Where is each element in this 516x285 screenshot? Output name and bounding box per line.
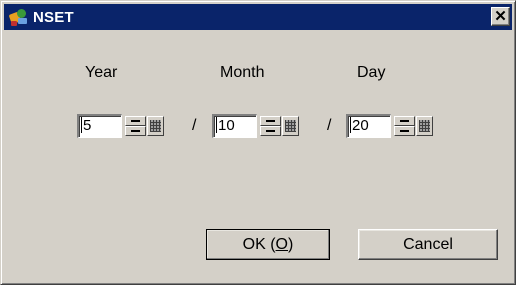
text-caret xyxy=(216,117,217,134)
month-label: Month xyxy=(220,64,265,81)
spin-down-icon xyxy=(266,130,275,132)
close-button[interactable]: ✕ xyxy=(491,7,510,26)
month-spinner[interactable] xyxy=(260,116,281,136)
month-spin-down-button[interactable] xyxy=(260,126,281,136)
spin-up-icon xyxy=(266,120,275,122)
keypad-icon xyxy=(285,120,296,132)
month-spin-up-button[interactable] xyxy=(260,116,281,126)
year-input[interactable]: 5 xyxy=(77,114,122,138)
title-bar[interactable]: NSET ✕ xyxy=(4,4,512,30)
spin-down-icon xyxy=(131,130,140,132)
ok-label-suffix: ) xyxy=(288,235,294,253)
month-value: 10 xyxy=(218,117,235,134)
date-separator: / xyxy=(192,117,197,134)
day-keypad-button[interactable] xyxy=(416,116,433,136)
spin-up-icon xyxy=(131,120,140,122)
spin-up-icon xyxy=(400,120,409,122)
ok-accelerator: O xyxy=(275,235,288,253)
nset-app-icon xyxy=(8,7,30,27)
month-input[interactable]: 10 xyxy=(212,114,257,138)
day-spin-up-button[interactable] xyxy=(394,116,415,126)
keypad-icon xyxy=(150,120,161,132)
text-caret xyxy=(81,117,82,134)
day-label: Day xyxy=(357,64,386,81)
year-keypad-button[interactable] xyxy=(147,116,164,136)
cancel-button[interactable]: Cancel xyxy=(358,229,498,260)
year-spin-up-button[interactable] xyxy=(125,116,146,126)
date-separator: / xyxy=(327,117,332,134)
year-label: Year xyxy=(85,64,118,81)
keypad-icon xyxy=(419,120,430,132)
year-value: 5 xyxy=(83,117,92,134)
window-title: NSET xyxy=(33,8,74,26)
day-value: 20 xyxy=(352,117,369,134)
spin-down-icon xyxy=(400,130,409,132)
text-caret xyxy=(350,117,351,134)
ok-label-prefix: OK ( xyxy=(242,235,276,253)
day-spinner[interactable] xyxy=(394,116,415,136)
day-spin-down-button[interactable] xyxy=(394,126,415,136)
nset-dialog: NSET ✕ Year Month Day 5 / 10 / 20 OK (O… xyxy=(0,0,516,285)
close-icon: ✕ xyxy=(494,8,507,25)
year-spinner[interactable] xyxy=(125,116,146,136)
year-spin-down-button[interactable] xyxy=(125,126,146,136)
month-keypad-button[interactable] xyxy=(282,116,299,136)
day-input[interactable]: 20 xyxy=(346,114,391,138)
ok-button[interactable]: OK (O) xyxy=(206,229,330,260)
